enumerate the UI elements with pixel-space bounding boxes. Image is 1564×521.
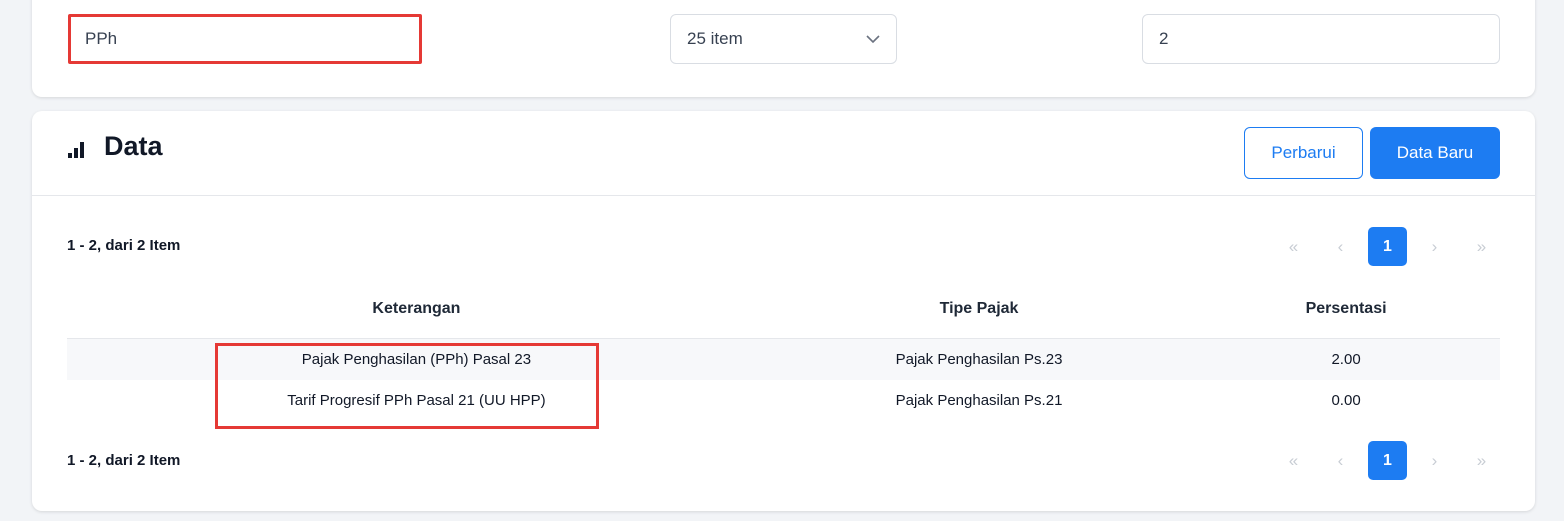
pagination-top: « ‹ 1 › »: [1266, 227, 1501, 266]
chevron-down-icon: [866, 31, 880, 47]
page: 25 item Data Perbarui Data Baru 1 - 2, d…: [0, 0, 1564, 521]
prev-page-button[interactable]: ‹: [1321, 441, 1360, 480]
section-title: Data: [104, 131, 163, 161]
items-summary-bottom: 1 - 2, dari 2 Item: [67, 452, 181, 469]
bar-chart-icon: [68, 142, 88, 158]
cell-tipe-pajak: Pajak Penghasilan Ps.23: [765, 338, 1193, 380]
filter-card: 25 item: [32, 0, 1535, 97]
column-header-tipe-pajak[interactable]: Tipe Pajak: [765, 280, 1193, 339]
page-1-button[interactable]: 1: [1368, 227, 1407, 266]
table-header-row: Keterangan Tipe Pajak Persentasi: [67, 280, 1500, 339]
table-row[interactable]: Pajak Penghasilan (PPh) Pasal 23 Pajak P…: [67, 338, 1500, 380]
cell-tipe-pajak: Pajak Penghasilan Ps.21: [895, 392, 1063, 409]
data-header: Data Perbarui Data Baru: [32, 111, 1535, 196]
page-number-input[interactable]: [1143, 29, 1499, 49]
data-table: Keterangan Tipe Pajak Persentasi Pajak P…: [67, 280, 1500, 421]
new-data-button[interactable]: Data Baru: [1370, 127, 1500, 179]
search-field[interactable]: [68, 14, 422, 64]
items-summary-top: 1 - 2, dari 2 Item: [67, 237, 181, 254]
page-size-value: 25 item: [687, 29, 743, 48]
cell-persentasi: 2.00: [1192, 338, 1500, 380]
last-page-button[interactable]: »: [1462, 227, 1501, 266]
pagination-bottom: « ‹ 1 › »: [1266, 441, 1501, 480]
next-page-button[interactable]: ›: [1415, 227, 1454, 266]
data-card: Data Perbarui Data Baru 1 - 2, dari 2 It…: [32, 111, 1535, 511]
page-size-select[interactable]: 25 item: [670, 14, 897, 64]
cell-keterangan: Tarif Progresif PPh Pasal 21 (UU HPP): [287, 392, 546, 409]
prev-page-button[interactable]: ‹: [1321, 227, 1360, 266]
refresh-button[interactable]: Perbarui: [1244, 127, 1363, 179]
last-page-button[interactable]: »: [1462, 441, 1501, 480]
next-page-button[interactable]: ›: [1415, 441, 1454, 480]
first-page-button[interactable]: «: [1274, 441, 1313, 480]
cell-keterangan: Pajak Penghasilan (PPh) Pasal 23: [67, 338, 766, 380]
cell-persentasi: 0.00: [1331, 392, 1361, 409]
column-header-persentasi[interactable]: Persentasi: [1192, 280, 1500, 339]
page-1-button[interactable]: 1: [1368, 441, 1407, 480]
column-header-keterangan[interactable]: Keterangan: [67, 280, 766, 339]
table-row[interactable]: Tarif Progresif PPh Pasal 21 (UU HPP) Pa…: [67, 380, 1500, 421]
page-number-field[interactable]: [1142, 14, 1500, 64]
first-page-button[interactable]: «: [1274, 227, 1313, 266]
search-input[interactable]: [71, 29, 419, 49]
